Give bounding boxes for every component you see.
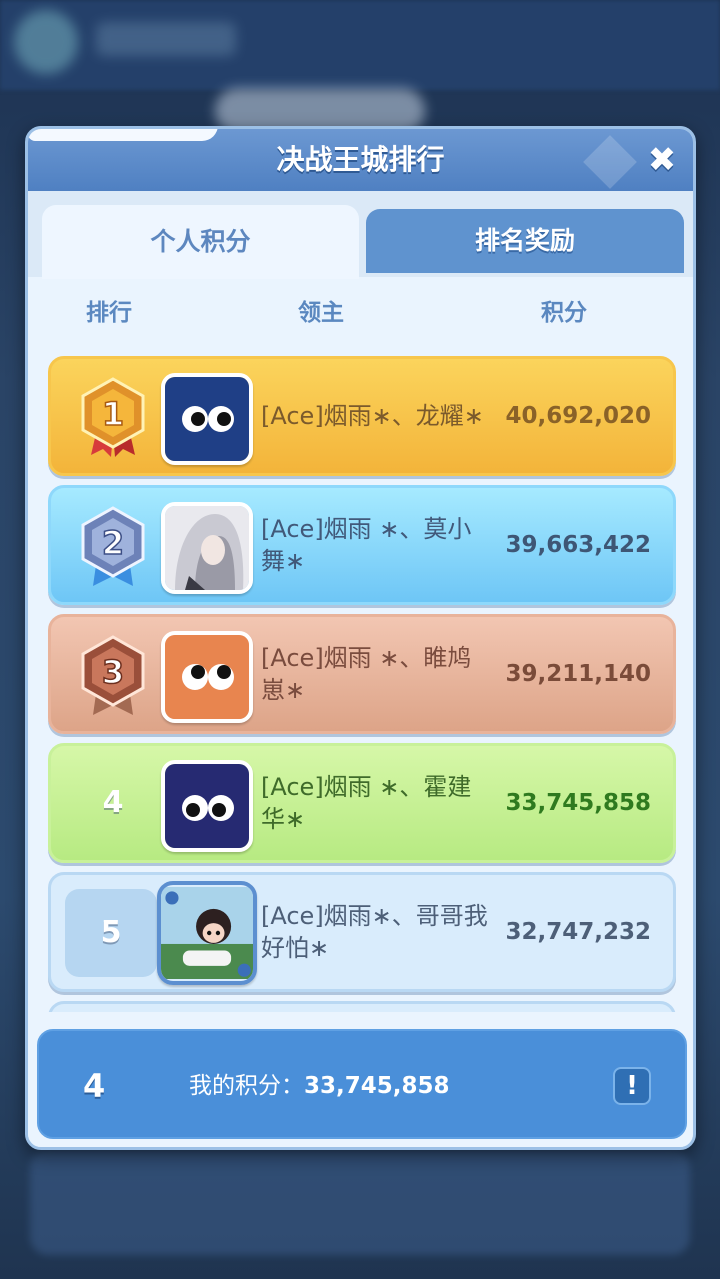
eyes-avatar-navy: [165, 377, 249, 461]
score-value: 39,663,422: [505, 532, 651, 558]
score-value: 32,747,232: [505, 919, 651, 945]
tab-rank-rewards[interactable]: 排名奖励: [366, 209, 684, 273]
avatar[interactable]: [161, 760, 253, 852]
lord-name: [Ace]烟雨∗、龙耀∗: [261, 402, 484, 430]
cartoon-avatar-framed: [161, 887, 253, 979]
info-icon[interactable]: !: [613, 1067, 651, 1105]
score-value: 33,745,858: [505, 790, 651, 816]
lord-name: [Ace]烟雨∗、哥哥我 好怕∗: [261, 902, 488, 962]
background-name: [96, 22, 236, 56]
avatar[interactable]: [161, 373, 253, 465]
avatar[interactable]: [157, 881, 257, 985]
dialog-title: 决战王城排行: [276, 143, 445, 176]
ranking-row-4[interactable]: 4 [Ace]烟雨 ∗、霍建 华∗ 33,745,858: [48, 743, 676, 863]
rank-number: 5: [65, 889, 157, 977]
my-score-value: 33,745,858: [304, 1073, 450, 1099]
avatar[interactable]: [161, 631, 253, 723]
background-avatar: [14, 10, 78, 74]
bronze-medal-icon: 3: [81, 635, 145, 715]
score-value: 39,211,140: [505, 661, 651, 687]
background-bottom-panel: [30, 1150, 690, 1255]
ranking-row-3[interactable]: 3 [Ace]烟雨 ∗、睢鸠 崽∗ 39,211,140: [48, 614, 676, 734]
lord-name: [Ace]烟雨 ∗、霍建 华∗: [261, 773, 472, 833]
avatar[interactable]: [161, 502, 253, 594]
eyes-avatar-orange: [165, 635, 249, 719]
score-value: 40,692,020: [505, 403, 651, 429]
svg-text:3: 3: [102, 653, 124, 691]
my-rank: 4: [83, 1067, 106, 1105]
ranking-row-6[interactable]: [48, 1001, 676, 1012]
svg-text:1: 1: [102, 395, 124, 433]
ranking-dialog: 决战王城排行 ✖ 个人积分 排名奖励 排行 领主 积分 1 [Ace]烟雨∗、龙…: [25, 126, 696, 1150]
gold-medal-icon: 1: [81, 377, 145, 457]
close-icon[interactable]: ✖: [643, 141, 681, 179]
svg-text:2: 2: [102, 524, 124, 562]
ranking-row-1[interactable]: 1 [Ace]烟雨∗、龙耀∗ 40,692,020: [48, 356, 676, 476]
column-header-score: 积分: [541, 300, 587, 326]
lord-name: [Ace]烟雨 ∗、睢鸠 崽∗: [261, 644, 472, 704]
my-score-label: 我的积分：: [189, 1073, 304, 1099]
tab-personal-score[interactable]: 个人积分: [42, 205, 359, 279]
rank-number: 4: [102, 785, 124, 820]
column-header-rank: 排行: [86, 300, 132, 326]
my-score-bar: 4 我的积分：33,745,858 !: [37, 1029, 687, 1139]
eyes-avatar-indigo: [165, 764, 249, 848]
ranking-row-5[interactable]: 5 [Ace]烟雨∗、哥哥我 好怕∗ 32,747,232: [48, 872, 676, 992]
ranking-list[interactable]: 1 [Ace]烟雨∗、龙耀∗ 40,692,020 2 [Ace]烟雨 ∗、莫小…: [48, 348, 678, 1012]
column-header-lord: 领主: [298, 300, 344, 326]
dialog-header: 决战王城排行 ✖: [28, 129, 693, 191]
anime-girl-avatar: [165, 506, 249, 590]
lord-name: [Ace]烟雨 ∗、莫小 舞∗: [261, 515, 472, 575]
my-score-text: 我的积分：33,745,858: [189, 1031, 450, 1141]
ranking-row-2[interactable]: 2 [Ace]烟雨 ∗、莫小 舞∗ 39,663,422: [48, 485, 676, 605]
silver-medal-icon: 2: [81, 506, 145, 586]
